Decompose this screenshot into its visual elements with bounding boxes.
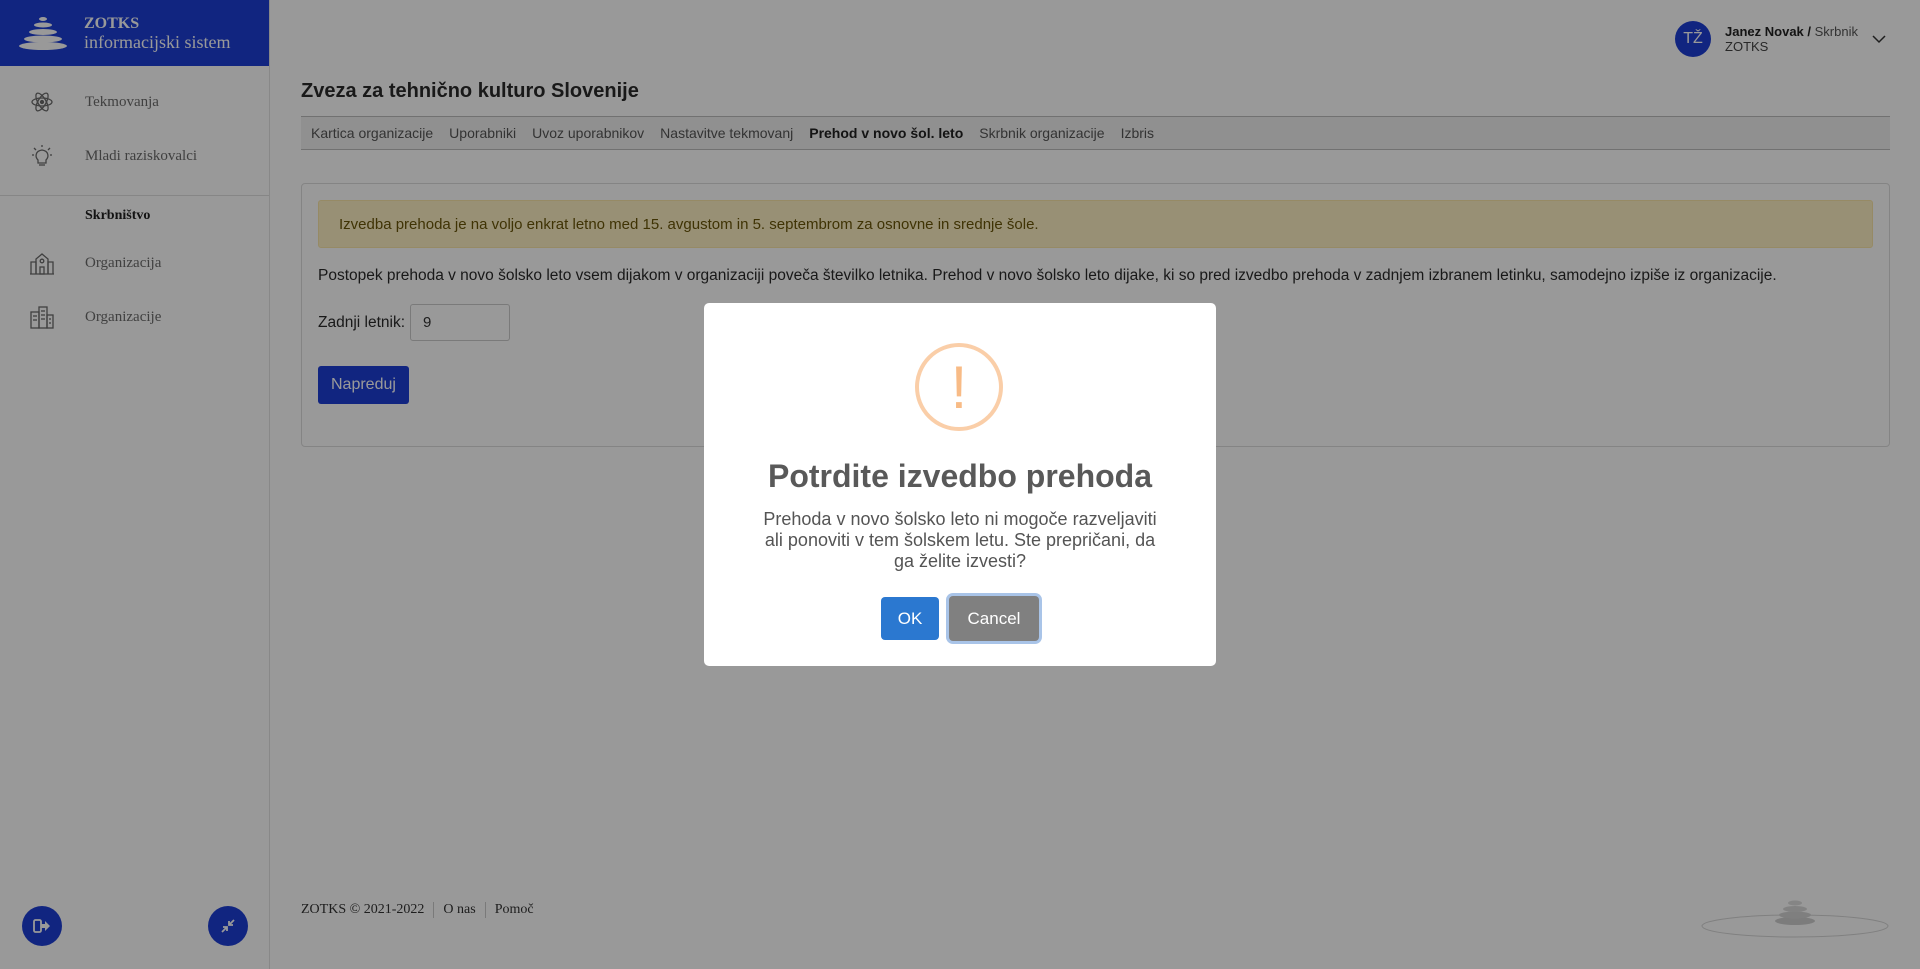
dialog-title: Potrdite izvedbo prehoda: [767, 458, 1153, 494]
cancel-button[interactable]: Cancel: [949, 596, 1039, 641]
dialog-message: Prehoda v novo šolsko leto ni mogoče raz…: [763, 509, 1157, 571]
confirm-dialog: ! Potrdite izvedbo prehoda Prehoda v nov…: [704, 303, 1216, 666]
ok-button[interactable]: OK: [881, 597, 939, 640]
warning-icon: !: [915, 343, 1003, 431]
dialog-actions: OK Cancel: [704, 596, 1216, 641]
